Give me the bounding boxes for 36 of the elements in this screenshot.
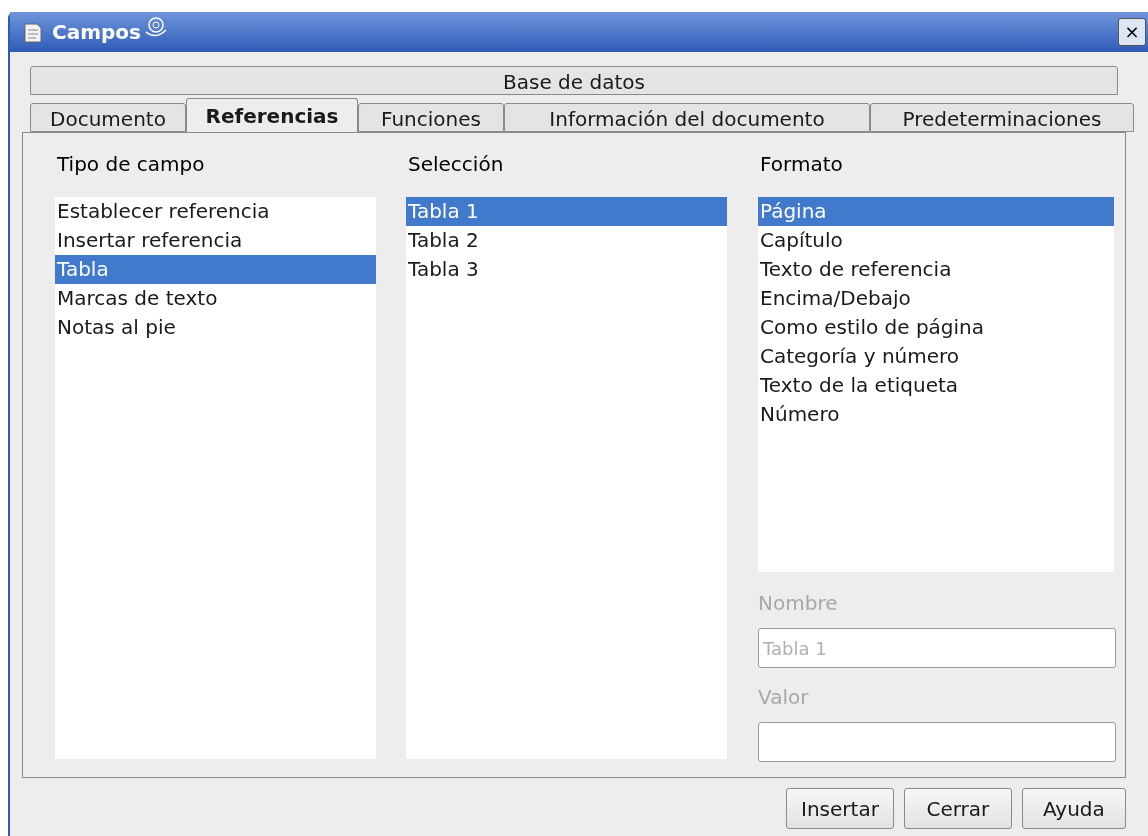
list-box[interactable]: Tabla 1 Tabla 2 Tabla 3 (406, 197, 727, 759)
dialog-button[interactable]: Cerrar (903, 788, 1012, 829)
list-box[interactable]: Página Capítulo Texto de referencia Encima/Debajo Como estilo de página Categoría y número Texto de la etiqueta Número (758, 197, 1114, 572)
close-button[interactable]: × (1118, 18, 1146, 46)
list-item[interactable]: Tabla 2 (406, 226, 727, 255)
window-title: Campos (52, 19, 141, 46)
tab[interactable]: Información del documento (504, 103, 870, 132)
dialog-button[interactable]: Ayuda (1021, 788, 1126, 829)
field-label: Nombre (758, 590, 839, 617)
list-item[interactable]: Texto de la etiqueta (758, 371, 1114, 400)
list-item[interactable]: Establecer referencia (55, 197, 376, 226)
list-item[interactable]: Tabla 1 (406, 197, 727, 226)
list-item[interactable]: Marcas de texto (55, 284, 376, 313)
tab[interactable]: Documento (30, 103, 186, 132)
list-item[interactable]: Capítulo (758, 226, 1114, 255)
list-item[interactable]: Categoría y número (758, 342, 1114, 371)
tab[interactable]: Funciones (358, 103, 504, 132)
list-item[interactable]: Insertar referencia (55, 226, 376, 255)
list-label: Selección (407, 151, 505, 178)
list-item[interactable]: Página (758, 197, 1114, 226)
list-label: Tipo de campo (56, 151, 206, 178)
list-item[interactable]: Tabla (55, 255, 376, 284)
list-item[interactable]: Tabla 3 (406, 255, 727, 284)
document-icon (22, 20, 44, 44)
list-item[interactable]: Encima/Debajo (758, 284, 1114, 313)
tab[interactable]: Base de datos (30, 66, 1118, 95)
dialog-button[interactable]: Insertar (786, 788, 894, 829)
list-item[interactable]: Número (758, 400, 1114, 429)
list-item[interactable]: Texto de referencia (758, 255, 1114, 284)
field-label: Valor (758, 684, 810, 711)
list-box[interactable]: Establecer referencia Insertar referencia Tabla Marcas de texto Notas al pie (55, 197, 376, 759)
tab[interactable]: Predeterminaciones (870, 103, 1134, 132)
list-item[interactable]: Como estilo de página (758, 313, 1114, 342)
tab[interactable]: Referencias (186, 98, 358, 132)
list-item[interactable]: Notas al pie (55, 313, 376, 342)
list-label: Formato (759, 151, 844, 178)
